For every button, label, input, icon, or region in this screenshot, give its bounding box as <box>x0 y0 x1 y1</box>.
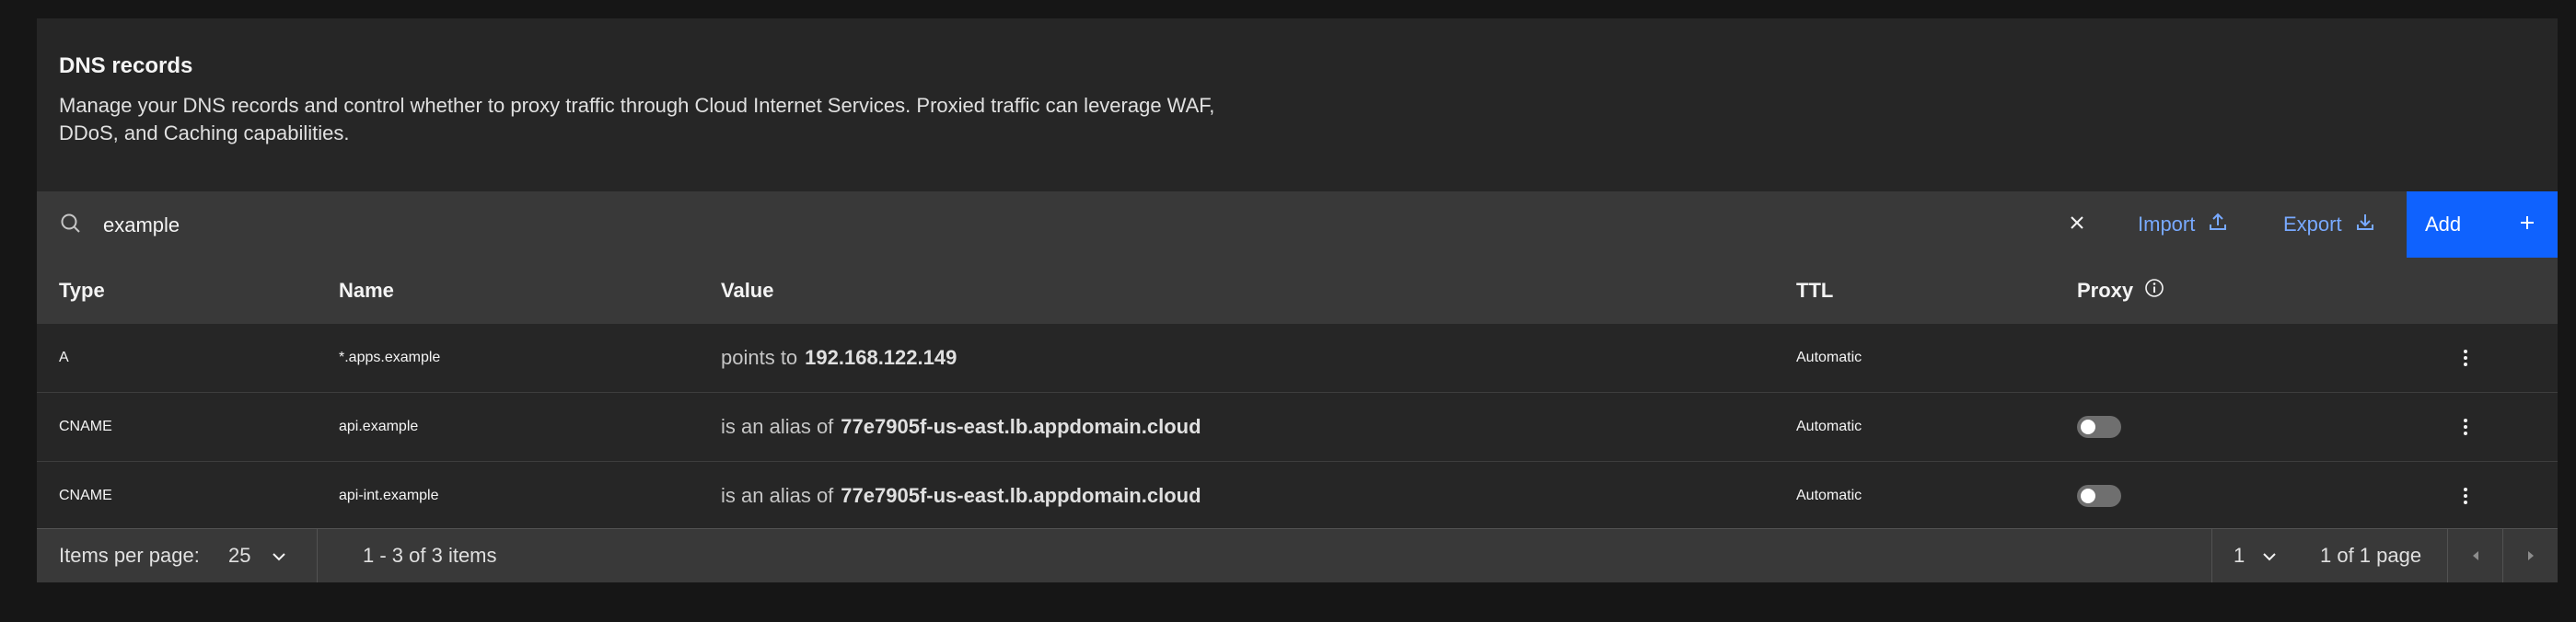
table-header: Type Name Value TTL Proxy <box>37 258 2558 324</box>
overflow-menu-icon <box>2451 481 2480 511</box>
row-overflow-menu[interactable] <box>2451 462 2480 529</box>
column-header-ttl[interactable]: TTL <box>1796 258 1833 324</box>
download-icon <box>2355 212 2375 237</box>
add-button[interactable]: Add <box>2407 191 2558 258</box>
row-overflow-menu[interactable] <box>2451 324 2480 391</box>
dns-records-panel: DNS records Manage your DNS records and … <box>37 18 2558 582</box>
items-per-page-select[interactable]: 25 <box>228 529 287 582</box>
cell-proxy <box>2077 393 2121 460</box>
import-button[interactable]: Import <box>2116 191 2261 258</box>
column-header-name[interactable]: Name <box>339 258 394 324</box>
page-of-text: 1 of 1 page <box>2320 544 2422 567</box>
upload-icon <box>2208 212 2228 237</box>
cell-ttl: Automatic <box>1796 349 1862 365</box>
column-header-value[interactable]: Value <box>721 258 773 324</box>
cell-ttl: Automatic <box>1796 418 1862 434</box>
caret-right-icon <box>2525 544 2536 568</box>
overflow-menu-icon <box>2451 343 2480 373</box>
description-line-1: Manage your DNS records and control whet… <box>59 94 1215 117</box>
overflow-menu-icon <box>2451 412 2480 442</box>
column-header-proxy[interactable]: Proxy <box>2077 258 2164 324</box>
info-icon[interactable] <box>2144 278 2164 304</box>
page-select[interactable]: 1 <box>2234 529 2278 582</box>
column-header-proxy-label: Proxy <box>2077 279 2134 302</box>
cell-name: *.apps.example <box>339 349 441 365</box>
column-header-type[interactable]: Type <box>59 258 105 324</box>
close-icon <box>2069 214 2085 236</box>
proxy-toggle[interactable] <box>2077 415 2121 438</box>
cell-value: is an alias of 77e7905f-us-east.lb.appdo… <box>721 462 1201 529</box>
items-range-text: 1 - 3 of 3 items <box>363 544 497 567</box>
page-value: 1 <box>2234 544 2245 567</box>
export-button[interactable]: Export <box>2261 191 2407 258</box>
page-title: DNS records <box>59 53 193 78</box>
plus-icon <box>2519 213 2535 236</box>
row-overflow-menu[interactable] <box>2451 393 2480 460</box>
cell-value: is an alias of 77e7905f-us-east.lb.appdo… <box>721 393 1201 460</box>
table-toolbar: Import Export Add <box>37 191 2558 259</box>
toggle-knob <box>2081 419 2095 434</box>
cell-ttl: Automatic <box>1796 487 1862 503</box>
search-bar <box>37 191 2116 259</box>
panel-header: DNS records Manage your DNS records and … <box>59 53 1348 147</box>
items-per-page-value: 25 <box>228 544 251 567</box>
previous-page-button[interactable] <box>2448 529 2502 582</box>
chevron-down-icon <box>2261 544 2278 568</box>
table-row: A *.apps.example points to 192.168.122.1… <box>37 324 2558 393</box>
cell-name: api.example <box>339 418 419 434</box>
cell-type: CNAME <box>59 487 112 503</box>
value-prefix: is an alias of <box>721 483 834 507</box>
cell-value: points to 192.168.122.149 <box>721 324 957 391</box>
divider <box>2211 529 2212 582</box>
divider <box>317 529 318 582</box>
search-input[interactable] <box>101 191 2038 259</box>
next-page-button[interactable] <box>2503 529 2558 582</box>
value-content: 192.168.122.149 <box>805 345 957 369</box>
import-label: Import <box>2138 213 2196 236</box>
items-per-page-label: Items per page: <box>59 544 200 567</box>
table-row: CNAME api.example is an alias of 77e7905… <box>37 393 2558 462</box>
cell-type: A <box>59 349 69 365</box>
pagination-bar: Items per page: 25 1 - 3 of 3 items 1 1 … <box>37 528 2558 582</box>
add-label: Add <box>2425 213 2462 236</box>
value-prefix: is an alias of <box>721 414 834 438</box>
proxy-toggle[interactable] <box>2077 484 2121 507</box>
table-row: CNAME api-int.example is an alias of 77e… <box>37 462 2558 531</box>
dns-records-table: Type Name Value TTL Proxy A *.apps.examp… <box>37 258 2558 531</box>
cell-name: api-int.example <box>339 487 439 503</box>
search-icon <box>59 212 83 236</box>
chevron-down-icon <box>271 544 287 568</box>
export-label: Export <box>2283 213 2342 236</box>
value-content: 77e7905f-us-east.lb.appdomain.cloud <box>841 483 1201 507</box>
value-prefix: points to <box>721 345 798 369</box>
cell-proxy <box>2077 462 2121 529</box>
page-description: Manage your DNS records and control whet… <box>59 92 1348 147</box>
toggle-knob <box>2081 488 2095 503</box>
value-content: 77e7905f-us-east.lb.appdomain.cloud <box>841 414 1201 438</box>
cell-type: CNAME <box>59 418 112 434</box>
clear-search-button[interactable] <box>2057 204 2097 245</box>
caret-left-icon <box>2470 544 2481 568</box>
description-line-2: DDoS, and Caching capabilities. <box>59 121 350 144</box>
